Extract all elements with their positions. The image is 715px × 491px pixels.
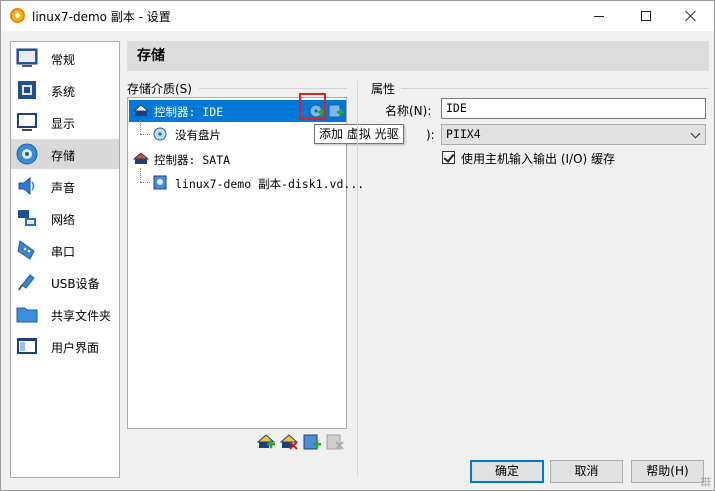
usb-icon [18,274,35,291]
shared-folder-icon [16,307,38,323]
use-host-io-cache-label[interactable]: 使用主机输入输出 (I/O) 缓存 [461,150,615,167]
optical-disc-icon [153,127,167,141]
use-host-io-cache-checkbox[interactable] [442,151,455,164]
page-title: 存储 [127,41,709,71]
sidebar-item-network[interactable]: 网络 [11,203,119,233]
remove-attachment-icon[interactable] [326,433,344,451]
controller-type-value: PIIX4 [446,127,481,141]
audio-icon [18,176,35,196]
resize-grip[interactable] [701,477,711,487]
ok-button[interactable]: 确定 [470,460,544,483]
user-interface-icon [17,338,37,354]
controller-icon [133,104,149,116]
sidebar-item-user-interface[interactable]: 用户界面 [11,331,119,361]
minimize-button[interactable] [576,1,622,31]
settings-sidebar: 常规 系统 显示 存储 声音 网络 串口 USB设备 共享文件夹 用户界面 [10,41,120,478]
name-input[interactable]: IDE [441,98,706,119]
properties-group-label: 属性 [371,82,396,96]
storage-group-divider [199,88,347,89]
highlight-box [299,93,326,120]
sidebar-item-audio[interactable]: 声音 [11,171,119,201]
sidebar-item-shared-folders[interactable]: 共享文件夹 [11,299,119,329]
close-icon [685,10,697,22]
sidebar-item-usb[interactable]: USB设备 [11,267,119,297]
controller-type-select[interactable]: PIIX4 [441,124,706,145]
minimize-icon [594,15,604,17]
hard-disk-icon [153,175,167,190]
add-controller-icon[interactable] [257,433,275,451]
storage-icon [16,143,38,165]
title-bar: linux7-demo 副本 - 设置 [1,1,714,31]
help-button[interactable]: 帮助(H) [631,460,704,483]
properties-group-divider [401,88,708,89]
close-button[interactable] [668,1,714,31]
type-field-label: ): [426,128,435,142]
sidebar-item-serial-port[interactable]: 串口 [11,235,119,265]
storage-media-group-label: 存储介质(S) [127,82,192,96]
serial-port-icon [17,240,35,260]
pane-splitter[interactable] [357,81,358,477]
sidebar-item-general[interactable]: 常规 [11,43,119,73]
sidebar-item-display[interactable]: 显示 [11,107,119,137]
maximize-button[interactable] [623,1,669,31]
network-icon [18,210,36,226]
sidebar-item-storage[interactable]: 存储 [11,139,119,169]
sidebar-item-system[interactable]: 系统 [11,75,119,105]
chevron-down-icon [690,128,701,139]
tooltip: 添加 虚拟 光驱 [314,124,404,144]
storage-tree[interactable]: 控制器: IDE 没有盘片 控制器: SATA linux7-demo 副本-d… [127,97,364,429]
virtualbox-app-icon [10,8,25,23]
settings-window: linux7-demo 副本 - 设置 常规 系统 显示 存储 声音 网络 串口… [0,0,715,491]
add-attachment-icon[interactable] [303,433,321,451]
remove-controller-icon[interactable] [280,433,298,451]
name-field-label: 名称(N): [385,104,432,118]
window-title: linux7-demo 副本 - 设置 [32,10,171,24]
maximize-icon [641,11,651,21]
tree-item-controller-sata[interactable]: 控制器: SATA [129,148,346,170]
controller-icon [133,152,149,164]
general-icon [16,48,38,67]
display-icon [17,113,37,131]
add-hard-disk-icon[interactable] [328,103,344,119]
tree-item-hard-disk[interactable]: linux7-demo 副本-disk1.vd... [129,172,364,194]
cancel-button[interactable]: 取消 [550,460,623,483]
system-icon [18,81,36,99]
